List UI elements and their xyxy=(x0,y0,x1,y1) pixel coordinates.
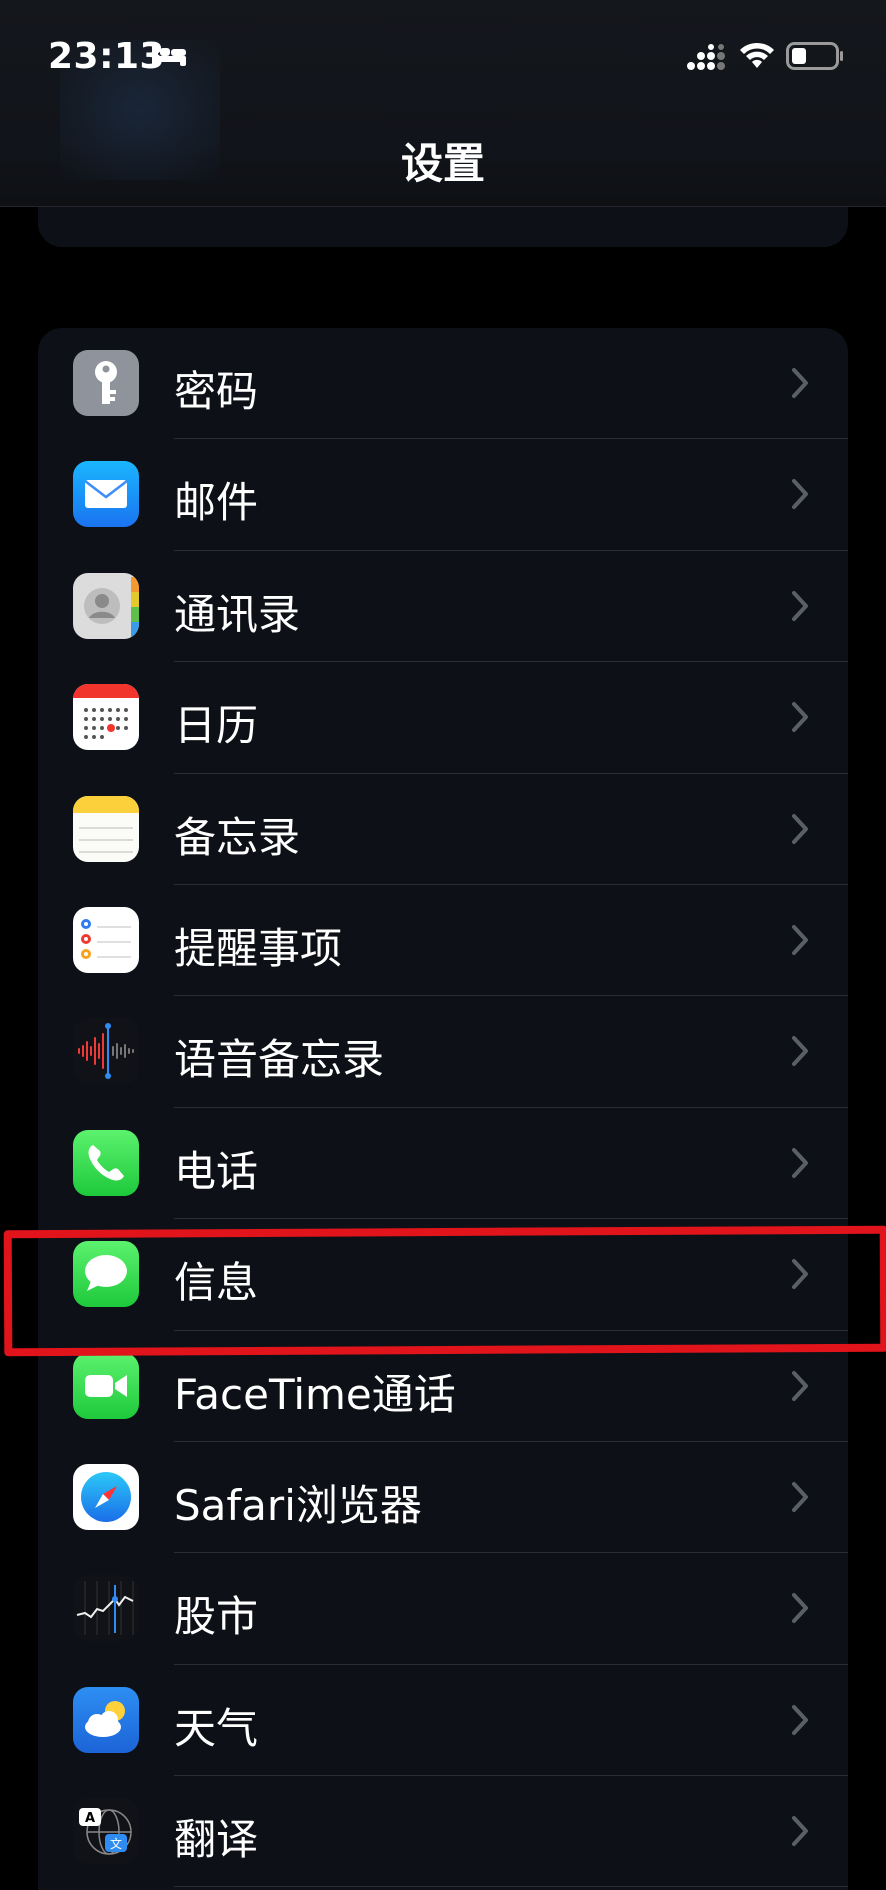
status-bar: 23:13 xyxy=(0,0,886,110)
mail-icon xyxy=(73,461,139,528)
settings-row-facetime[interactable]: FaceTime通话 xyxy=(38,1331,848,1442)
chevron-right-icon xyxy=(792,924,808,955)
settings-row-label: 天气 xyxy=(174,1703,259,1753)
chevron-right-icon xyxy=(792,813,808,844)
settings-row-label: 股市 xyxy=(174,1592,259,1642)
settings-row-passwords[interactable]: 密码 xyxy=(38,328,848,440)
chevron-right-icon xyxy=(792,1704,808,1735)
translate-icon: A 文 xyxy=(73,1798,139,1865)
chevron-right-icon xyxy=(792,479,808,510)
settings-row-contacts[interactable]: 通讯录 xyxy=(38,551,848,663)
settings-row-notes[interactable]: 备忘录 xyxy=(38,774,848,885)
apps-settings-group: 密码 邮件 通讯录 日历 备忘录 提醒事项 语音备忘录 电话 信息 FaceTi… xyxy=(38,328,848,1890)
settings-row-weather[interactable]: 天气 xyxy=(38,1665,848,1777)
chevron-right-icon xyxy=(792,1259,808,1290)
chevron-right-icon xyxy=(792,702,808,733)
settings-row-mail[interactable]: 邮件 xyxy=(38,439,848,551)
battery-icon xyxy=(786,42,843,70)
settings-row-label: 密码 xyxy=(174,367,259,416)
status-time: 23:13 xyxy=(48,36,166,77)
reminders-icon xyxy=(73,906,139,973)
stocks-icon xyxy=(73,1575,139,1642)
chevron-right-icon xyxy=(792,368,808,398)
settings-row-label: 提醒事项 xyxy=(174,923,343,973)
chevron-right-icon xyxy=(792,590,808,621)
chevron-right-icon xyxy=(792,1147,808,1178)
settings-row-label: 通讯录 xyxy=(174,589,301,639)
settings-row-label: 语音备忘录 xyxy=(174,1035,385,1085)
settings-row-label: Safari浏览器 xyxy=(174,1480,422,1530)
chevron-right-icon xyxy=(792,1481,808,1512)
settings-row-messages[interactable]: 信息 xyxy=(38,1219,848,1331)
settings-row-voice-memos[interactable]: 语音备忘录 xyxy=(38,996,848,1108)
chevron-right-icon xyxy=(792,1370,808,1401)
sleep-mode-icon xyxy=(152,44,186,66)
settings-row-label: 日历 xyxy=(174,701,259,751)
contacts-icon xyxy=(73,572,139,639)
settings-row-label: 电话 xyxy=(174,1146,259,1196)
weather-icon xyxy=(73,1686,139,1753)
svg-text:文: 文 xyxy=(110,1836,122,1851)
settings-row-phone[interactable]: 电话 xyxy=(38,1108,848,1220)
chevron-right-icon xyxy=(792,1593,808,1624)
settings-row-stocks[interactable]: 股市 xyxy=(38,1553,848,1665)
facetime-icon xyxy=(73,1352,139,1419)
settings-row-label: 邮件 xyxy=(174,478,259,528)
key-icon xyxy=(73,350,139,416)
settings-row-label: FaceTime通话 xyxy=(174,1369,456,1419)
calendar-icon xyxy=(73,684,139,751)
cellular-signal-icon xyxy=(687,44,725,70)
row-divider xyxy=(174,1886,848,1888)
wifi-icon xyxy=(740,42,774,68)
settings-row-label: 信息 xyxy=(174,1258,259,1308)
settings-row-label: 翻译 xyxy=(174,1815,259,1865)
notes-icon xyxy=(73,795,139,862)
svg-text:A: A xyxy=(85,1811,95,1826)
voice-memos-icon xyxy=(73,1018,139,1085)
phone-icon xyxy=(73,1129,139,1196)
settings-row-reminders[interactable]: 提醒事项 xyxy=(38,885,848,997)
chevron-right-icon xyxy=(792,1036,808,1067)
messages-icon xyxy=(73,1241,139,1308)
settings-row-safari[interactable]: Safari浏览器 xyxy=(38,1442,848,1554)
safari-icon xyxy=(73,1463,139,1530)
page-title: 设置 xyxy=(400,139,485,188)
settings-row-translate[interactable]: A 文 翻译 xyxy=(38,1776,848,1888)
settings-row-calendar[interactable]: 日历 xyxy=(38,662,848,774)
settings-row-label: 备忘录 xyxy=(174,812,301,862)
chevron-right-icon xyxy=(792,1816,808,1847)
